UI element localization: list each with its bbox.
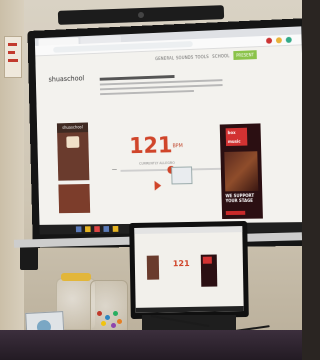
nav-sounds: SOUNDS <box>175 54 194 61</box>
nav-school: SCHOOL <box>212 53 230 59</box>
laptop-bpm-value: 121 <box>172 258 190 269</box>
image-icon <box>171 166 193 185</box>
ad-logo-line2: music <box>227 138 241 145</box>
bpm-unit: BPM <box>172 143 183 150</box>
wall-speaker <box>20 244 38 270</box>
nav-general: GENERAL <box>155 55 175 62</box>
card-logo: shuaschool <box>62 124 83 130</box>
user-icon <box>66 136 80 148</box>
photo-scene: GENERAL SOUNDS TOOLS SCHOOL PRESENT shua… <box>0 0 302 360</box>
advert-banner: box music WE SUPPORT YOUR STAGE <box>219 123 263 220</box>
webcam-bar <box>57 5 225 25</box>
wall-poster <box>4 36 22 78</box>
site-brand: shuaschool <box>48 74 85 84</box>
laptop-sidebar-card <box>146 255 160 280</box>
display-screen: GENERAL SOUNDS TOOLS SCHOOL PRESENT shua… <box>34 26 302 235</box>
sidebar-card-2 <box>58 183 91 214</box>
ad-guitar-image <box>224 151 259 192</box>
bpm-caption: CURRENTLY ALLEGRO <box>138 160 175 166</box>
sidebar-card: shuaschool <box>56 122 90 181</box>
minus-icon: − <box>111 165 118 174</box>
bpm-value: 121 <box>128 133 173 160</box>
laptop-screen: 121 <box>134 226 244 313</box>
intro-text-block <box>99 73 223 98</box>
laptop-monitor: 121 <box>129 220 249 320</box>
laptop-advert <box>200 254 218 287</box>
desk <box>0 330 302 360</box>
interactive-display: GENERAL SOUNDS TOOLS SCHOOL PRESENT shua… <box>27 18 302 248</box>
nav-tools: TOOLS <box>194 54 209 60</box>
ad-button <box>225 210 246 216</box>
ad-cta: WE SUPPORT YOUR STAGE <box>225 192 255 204</box>
ad-logo: box music <box>225 127 248 147</box>
play-icon <box>154 180 162 191</box>
nav-present-button: PRESENT <box>233 50 257 60</box>
